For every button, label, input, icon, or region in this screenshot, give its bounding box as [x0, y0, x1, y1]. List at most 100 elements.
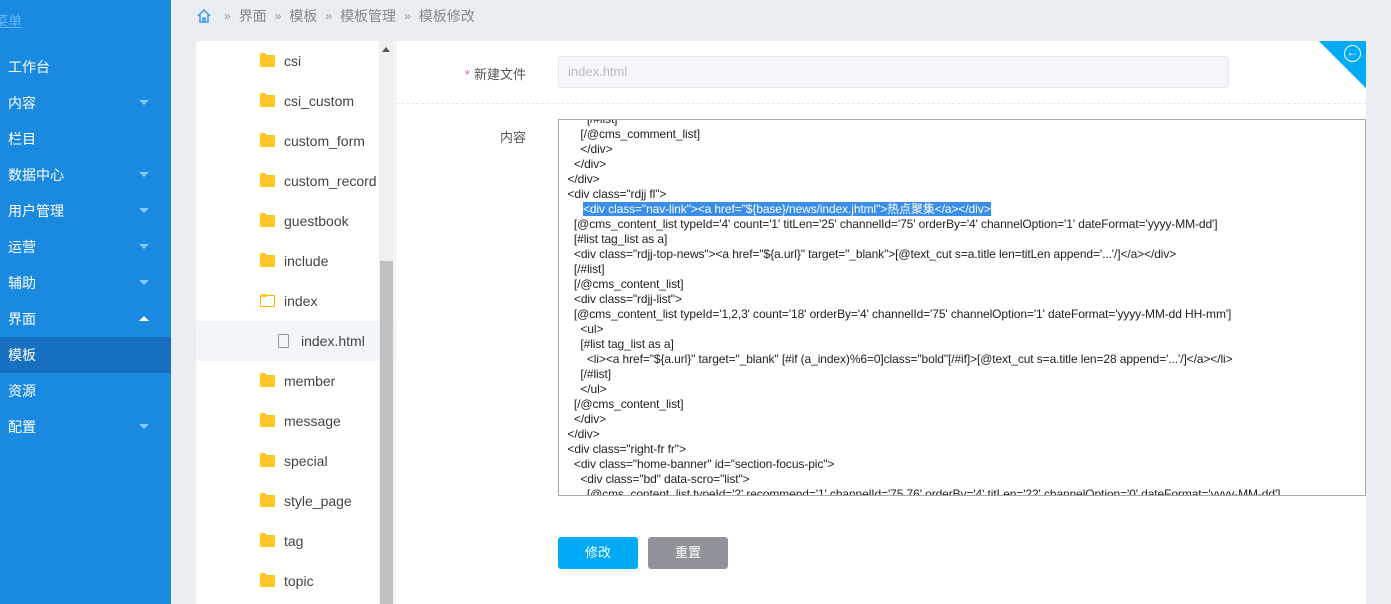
content-label: 内容 — [499, 130, 526, 145]
tree-item-label: include — [284, 253, 329, 269]
sidebar-item-10[interactable]: 配置 — [0, 409, 171, 445]
sidebar-item-label: 界面 — [8, 311, 36, 327]
submit-button[interactable]: 修改 — [558, 537, 638, 569]
filename-label-text: 新建文件 — [473, 67, 526, 82]
folder-icon — [260, 213, 275, 227]
scrollbar-thumb[interactable] — [380, 261, 393, 604]
scroll-up-icon[interactable] — [382, 47, 390, 52]
content-textarea[interactable]: [/#list] [/@cms_comment_list] </div> </d… — [558, 119, 1366, 496]
sidebar-item-3[interactable]: 数据中心 — [0, 157, 171, 193]
sidebar-item-1[interactable]: 内容 — [0, 85, 171, 121]
breadcrumb-separator-icon: » — [404, 9, 411, 23]
tree-item-label: member — [284, 373, 336, 389]
tree-item[interactable]: guestbook — [196, 201, 395, 241]
tree-item-label: csi_custom — [284, 93, 355, 109]
code-selection: <div class="nav-link"><a href="${base}/n… — [583, 202, 991, 216]
reset-button[interactable]: 重置 — [648, 537, 728, 569]
tree-item-label: special — [284, 453, 328, 469]
filename-input[interactable]: index.html — [558, 56, 1229, 88]
chevron-down-icon — [139, 244, 149, 249]
sidebar-item-0[interactable]: 工作台 — [0, 49, 171, 85]
sidebar: 菜单 工作台内容栏目数据中心用户管理运营辅助界面模板资源配置 — [0, 0, 171, 604]
folder-icon — [260, 93, 275, 107]
sidebar-item-label: 辅助 — [8, 275, 36, 291]
tree-item-label: index.html — [301, 333, 365, 349]
tree-item[interactable]: style_page — [196, 481, 395, 521]
folder-icon — [260, 253, 275, 267]
folder-icon — [260, 133, 275, 147]
tree-item[interactable]: tag — [196, 521, 395, 561]
tree-item[interactable]: special — [196, 441, 395, 481]
folder-icon — [260, 53, 275, 67]
sidebar-item-label: 栏目 — [8, 131, 36, 147]
tree-item-label: csi — [284, 53, 302, 69]
home-icon[interactable] — [196, 8, 212, 24]
breadcrumb-item[interactable]: 模板修改 — [419, 6, 475, 26]
folder-icon — [260, 453, 275, 467]
folder-icon — [260, 533, 275, 547]
tree-item[interactable]: custom_form — [196, 121, 395, 161]
divider — [396, 103, 1366, 104]
tree-item[interactable]: member — [196, 361, 395, 401]
sidebar-item-label: 工作台 — [8, 59, 50, 75]
tree-item[interactable]: index — [196, 281, 395, 321]
sidebar-item-label: 运营 — [8, 239, 36, 255]
sidebar-item-8[interactable]: 模板 — [0, 337, 171, 373]
tree-item-label: style_page — [284, 493, 352, 509]
tree-item[interactable]: csi — [196, 41, 395, 81]
chevron-down-icon — [139, 424, 149, 429]
sidebar-item-label: 用户管理 — [8, 203, 64, 219]
file-icon — [278, 334, 289, 348]
breadcrumb-separator-icon: » — [325, 9, 333, 23]
folder-icon — [260, 493, 275, 507]
chevron-down-icon — [139, 100, 149, 105]
chevron-down-icon — [139, 208, 149, 213]
tree-item-label: topic — [284, 573, 314, 589]
code-text: [@cms_content_list typeId='4' count='1' … — [567, 217, 1281, 496]
tree-item[interactable]: message — [196, 401, 395, 441]
folder-open-icon — [260, 294, 275, 307]
sidebar-item-label: 模板 — [8, 347, 36, 363]
breadcrumb-separator-icon: » — [224, 9, 231, 23]
tree-item-label: tag — [284, 533, 304, 549]
chevron-down-icon — [139, 280, 149, 285]
tree-item-label: guestbook — [284, 213, 349, 229]
template-tree: csi csi_custom custom_form custom_recordgue… — [196, 41, 395, 604]
back-arrow-icon[interactable]: ← — [1344, 45, 1361, 62]
tree-item-label: custom_form — [284, 133, 365, 149]
breadcrumb-item[interactable]: 模板 — [289, 6, 317, 26]
folder-icon — [260, 373, 275, 387]
tree-item[interactable]: topic — [196, 561, 395, 601]
folder-icon — [260, 573, 275, 587]
sidebar-item-9[interactable]: 资源 — [0, 373, 171, 409]
filename-label: * 新建文件 — [464, 67, 526, 82]
folder-icon — [260, 173, 275, 187]
tree-item-label: custom_record — [284, 173, 377, 189]
sidebar-title[interactable]: 菜单 — [0, 11, 22, 31]
chevron-up-icon — [139, 316, 149, 321]
breadcrumb-item[interactable]: 模板管理 — [340, 6, 396, 26]
back-corner[interactable]: ← — [1319, 41, 1366, 88]
breadcrumb-item[interactable]: 界面 — [239, 6, 267, 26]
tree-item[interactable]: csi_custom — [196, 81, 395, 121]
sidebar-item-4[interactable]: 用户管理 — [0, 193, 171, 229]
code-text: [/#list] [/@cms_comment_list] </div> </d… — [567, 119, 700, 201]
tree-item[interactable]: index.html — [196, 321, 395, 361]
sidebar-item-label: 内容 — [8, 95, 36, 111]
template-edit-form: ← * 新建文件 index.html 内容 [/#list] [/@cms_co… — [396, 41, 1366, 604]
sidebar-item-2[interactable]: 栏目 — [0, 121, 171, 157]
tree-item-label: message — [284, 413, 341, 429]
sidebar-nav: 工作台内容栏目数据中心用户管理运营辅助界面模板资源配置 — [0, 49, 171, 445]
breadcrumb: » 界面 » 模板 » 模板管理 » 模板修改 — [196, 6, 475, 26]
sidebar-item-label: 资源 — [8, 383, 36, 399]
breadcrumb-separator-icon: » — [274, 9, 282, 23]
sidebar-item-label: 数据中心 — [8, 167, 64, 183]
chevron-down-icon — [139, 172, 149, 177]
tree-item[interactable]: custom_record — [196, 161, 395, 201]
sidebar-item-7[interactable]: 界面 — [0, 301, 171, 337]
sidebar-item-6[interactable]: 辅助 — [0, 265, 171, 301]
tree-item[interactable]: include — [196, 241, 395, 281]
sidebar-item-label: 配置 — [8, 419, 36, 435]
sidebar-item-5[interactable]: 运营 — [0, 229, 171, 265]
tree-scrollbar[interactable] — [379, 41, 394, 604]
